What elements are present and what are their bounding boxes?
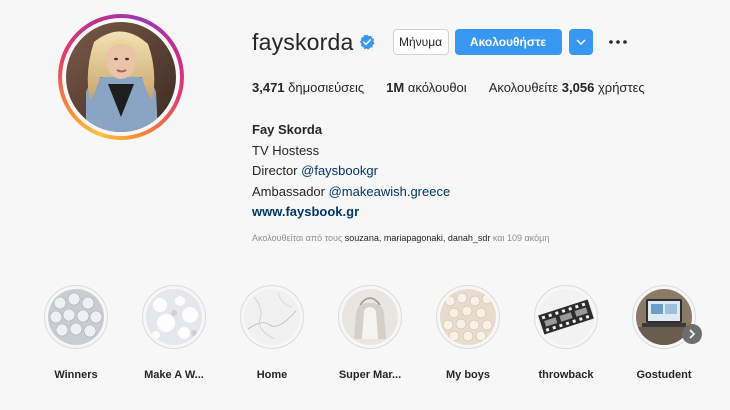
bio-line-3: Ambassador @makeawish.greece [252, 182, 450, 203]
bio-line-3-prefix: Ambassador [252, 183, 325, 199]
avatar-photo [66, 22, 176, 132]
username: fayskorda [252, 28, 354, 55]
following-prefix: Ακολουθείτε [488, 80, 559, 95]
full-name: Fay Skorda [252, 122, 323, 137]
more-options-icon [608, 40, 627, 44]
highlight-label: throwback [538, 369, 594, 381]
verified-badge-icon [359, 34, 375, 50]
highlight-ring [436, 285, 500, 349]
highlight-cover [342, 289, 398, 345]
highlight-label: Gostudent [636, 369, 692, 381]
highlight-label: Make A W... [144, 369, 204, 381]
chevron-down-icon [575, 39, 586, 45]
profile-bio: Fay Skorda TV Hostess Director @faysbook… [252, 120, 450, 223]
followers-stat[interactable]: 1M ακόλουθοι [386, 80, 467, 95]
profile-stats: 3,471 δημοσιεύσεις 1M ακόλουθοι Ακολουθε… [252, 80, 645, 95]
profile-header: fayskorda Μήνυμα Ακολουθήστε [252, 27, 629, 57]
followers-label: ακόλουθοι [407, 80, 467, 95]
bio-line-2-prefix: Director [252, 163, 298, 178]
highlight-ring [44, 285, 108, 349]
highlight-my-boys[interactable]: My boys [436, 285, 500, 381]
following-count: 3,056 [561, 80, 595, 95]
highlight-cover [440, 289, 496, 345]
posts-count: 3,471 [252, 80, 285, 95]
profile-avatar[interactable] [58, 14, 184, 140]
highlight-cover [48, 289, 104, 345]
followers-count: 1M [386, 80, 405, 95]
followed-by-users: souzana, mariapagonaki, danah_sdr [344, 233, 491, 243]
highlight-ring [240, 285, 304, 349]
followed-by-text[interactable]: Ακολουθείται από τους souzana, mariapago… [252, 233, 549, 243]
suggestions-dropdown-button[interactable] [568, 29, 593, 55]
follow-button[interactable]: Ακολουθήστε [454, 29, 562, 55]
website-link[interactable]: www.faysbook.gr [252, 202, 450, 223]
makeawish-mention-link[interactable]: @makeawish.greece [329, 184, 451, 199]
story-highlights: Winners Make A W... Home Super Mar... My… [44, 285, 704, 395]
highlight-make-a-wish[interactable]: Make A W... [142, 285, 206, 381]
highlight-cover [146, 289, 202, 345]
highlight-super-mar[interactable]: Super Mar... [338, 285, 402, 381]
followed-by-suffix: και 109 ακόμη [492, 233, 550, 243]
more-options-button[interactable] [607, 32, 629, 52]
film-strip-icon [538, 289, 594, 345]
highlight-label: Home [256, 369, 288, 381]
posts-stat: 3,471 δημοσιεύσεις [252, 80, 364, 95]
highlight-ring [534, 285, 598, 349]
posts-label: δημοσιεύσεις [288, 80, 365, 95]
highlight-winners[interactable]: Winners [44, 285, 108, 381]
highlight-throwback[interactable]: throwback [534, 285, 598, 381]
following-stat[interactable]: Ακολουθείτε 3,056 χρήστες [489, 80, 645, 95]
following-suffix: χρήστες [597, 80, 645, 95]
highlight-ring [142, 285, 206, 349]
highlight-home[interactable]: Home [240, 285, 304, 381]
followed-by-prefix: Ακολουθείται από τους [252, 233, 343, 243]
bio-line-1: TV Hostess [252, 142, 320, 158]
highlight-label: Super Mar... [338, 369, 402, 381]
message-button[interactable]: Μήνυμα [392, 29, 449, 55]
highlight-cover [244, 289, 300, 345]
highlight-label: Winners [54, 369, 98, 381]
avatar-inner [62, 18, 180, 136]
faysbookgr-mention-link[interactable]: @faysbookgr [301, 163, 378, 178]
bio-line-2: Director @faysbookgr [252, 161, 450, 182]
chevron-right-icon [689, 329, 696, 339]
highlights-next-button[interactable] [682, 324, 702, 344]
highlight-label: My boys [445, 369, 490, 381]
highlight-ring [338, 285, 402, 349]
